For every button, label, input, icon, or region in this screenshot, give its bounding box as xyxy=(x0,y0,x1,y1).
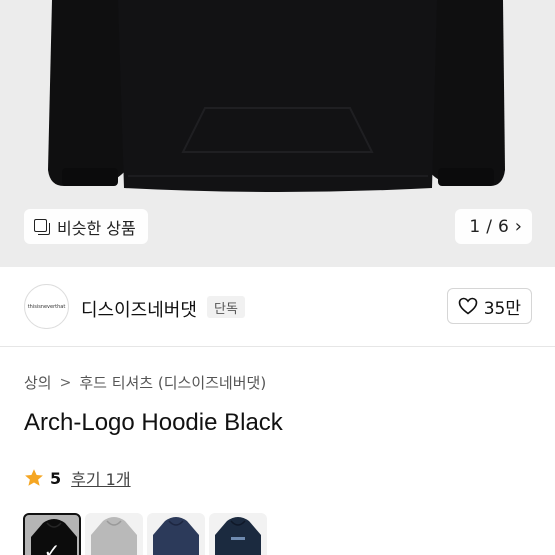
product-title: Arch-Logo Hoodie Black xyxy=(24,409,283,436)
similar-products-label: 비슷한 상품 xyxy=(57,218,136,238)
heart-icon xyxy=(458,297,478,315)
check-icon: ✓ xyxy=(25,515,79,555)
pager-total: 6 xyxy=(497,216,509,237)
hoodie-thumb-image xyxy=(91,517,137,555)
pager-current: 1 xyxy=(469,216,481,237)
breadcrumb: 상의 > 후드 티셔츠 (디스이즈네버댓) xyxy=(24,372,266,393)
breadcrumb-item-subcategory[interactable]: 후드 티셔츠 (디스이즈네버댓) xyxy=(79,372,266,393)
copy-icon xyxy=(34,218,50,235)
brand-logo-text: thisisneverthat xyxy=(27,303,66,310)
exclusive-badge: 단독 xyxy=(207,296,245,318)
image-pager[interactable]: 1 / 6 › xyxy=(455,209,532,244)
product-image-area[interactable]: 비슷한 상품 1 / 6 › xyxy=(0,0,555,267)
color-option-dark-navy[interactable] xyxy=(209,513,267,555)
chevron-right-icon[interactable]: › xyxy=(515,217,522,236)
hoodie-thumb-image xyxy=(153,517,199,555)
similar-products-button[interactable]: 비슷한 상품 xyxy=(24,209,148,244)
hoodie-thumb-image xyxy=(215,517,261,555)
color-option-gray[interactable] xyxy=(85,513,143,555)
breadcrumb-item-category[interactable]: 상의 xyxy=(24,372,52,393)
brand-name[interactable]: 디스이즈네버댓 xyxy=(81,296,197,322)
like-button[interactable]: 35만 xyxy=(446,288,532,324)
color-options: ✓ xyxy=(23,513,267,555)
star-icon xyxy=(25,469,43,486)
pager-separator: / xyxy=(486,216,492,237)
color-option-black[interactable]: ✓ xyxy=(23,513,81,555)
like-count: 35만 xyxy=(483,298,521,319)
brand-row: thisisneverthat 디스이즈네버댓 단독 35만 xyxy=(0,267,555,347)
rating-score: 5 xyxy=(50,468,62,488)
review-count-link[interactable]: 후기 1개 xyxy=(71,466,130,490)
rating-row: 5 후기 1개 xyxy=(24,466,131,490)
breadcrumb-separator: > xyxy=(59,374,72,391)
color-option-navy[interactable] xyxy=(147,513,205,555)
brand-logo[interactable]: thisisneverthat xyxy=(24,284,69,329)
